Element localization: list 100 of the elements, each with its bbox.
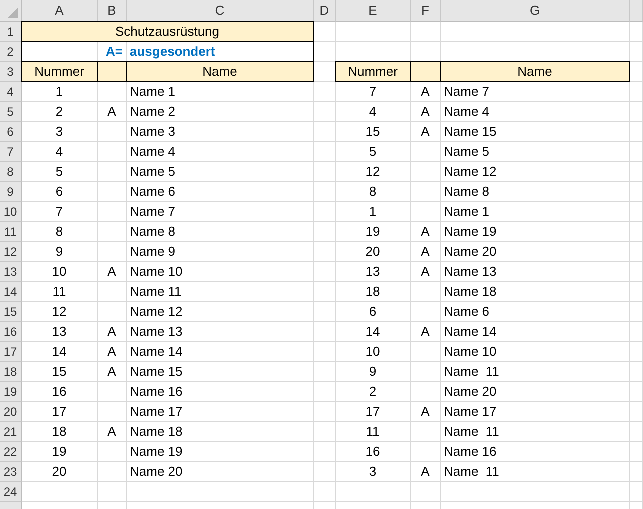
row-header[interactable]: 23 (0, 462, 22, 482)
number-cell: 6 (22, 182, 98, 202)
number-cell: 16 (22, 382, 98, 402)
flag-cell: A (98, 102, 127, 122)
name-cell: Name 8 (441, 182, 630, 202)
row-header[interactable]: 9 (0, 182, 22, 202)
column-header[interactable]: A (22, 0, 98, 22)
column-header[interactable]: F (411, 0, 441, 22)
number-cell: 20 (22, 462, 98, 482)
name-cell: Name 19 (127, 442, 314, 462)
row-header[interactable]: 12 (0, 242, 22, 262)
name-cell: Name 18 (441, 282, 630, 302)
row-header[interactable]: 4 (0, 82, 22, 102)
number-cell: 12 (22, 302, 98, 322)
row-header[interactable]: 19 (0, 382, 22, 402)
row-header[interactable]: 16 (0, 322, 22, 342)
legend-label: ausgesondert (127, 42, 314, 62)
column-heading: Nummer (21, 61, 98, 82)
number-cell: 14 (336, 322, 411, 342)
name-cell: Name 20 (441, 242, 630, 262)
flag-cell: A (411, 122, 441, 142)
number-cell: 11 (22, 282, 98, 302)
row-header[interactable]: 8 (0, 162, 22, 182)
number-cell: 17 (336, 402, 411, 422)
number-cell: 4 (336, 102, 411, 122)
name-cell: Name 11 (441, 362, 630, 382)
flag-cell: A (98, 342, 127, 362)
name-cell: Name 20 (127, 462, 314, 482)
number-cell: 15 (336, 122, 411, 142)
row-header[interactable]: 2 (0, 42, 22, 62)
row-header[interactable]: 15 (0, 302, 22, 322)
sheet-title: Schutzausrüstung (21, 21, 314, 42)
row-header[interactable]: 11 (0, 222, 22, 242)
row-header[interactable]: 20 (0, 402, 22, 422)
name-cell: Name 7 (127, 202, 314, 222)
row-header[interactable]: 10 (0, 202, 22, 222)
name-cell: Name 16 (127, 382, 314, 402)
name-cell: Name 3 (127, 122, 314, 142)
column-header[interactable]: B (98, 0, 127, 22)
number-cell: 5 (336, 142, 411, 162)
number-cell: 4 (22, 142, 98, 162)
column-header[interactable]: E (336, 0, 411, 22)
name-cell: Name 18 (127, 422, 314, 442)
row-header[interactable]: 1 (0, 22, 22, 42)
name-cell: Name 4 (441, 102, 630, 122)
name-cell: Name 12 (127, 302, 314, 322)
row-header[interactable]: 14 (0, 282, 22, 302)
flag-cell: A (411, 82, 441, 102)
number-cell: 9 (336, 362, 411, 382)
name-cell: Name 5 (441, 142, 630, 162)
column-header[interactable]: C (127, 0, 314, 22)
name-cell: Name 13 (441, 262, 630, 282)
name-cell: Name 4 (127, 142, 314, 162)
number-cell: 18 (22, 422, 98, 442)
column-heading: Name (126, 61, 314, 82)
number-cell: 11 (336, 422, 411, 442)
flag-cell: A (98, 322, 127, 342)
row-header[interactable]: 5 (0, 102, 22, 122)
row-header[interactable]: 17 (0, 342, 22, 362)
number-cell: 19 (336, 222, 411, 242)
number-cell: 15 (22, 362, 98, 382)
name-cell: Name 15 (441, 122, 630, 142)
select-all-icon[interactable] (8, 8, 18, 18)
number-cell: 20 (336, 242, 411, 262)
number-cell: 13 (22, 322, 98, 342)
corner-cell[interactable] (0, 0, 22, 22)
number-cell: 10 (22, 262, 98, 282)
number-cell: 19 (22, 442, 98, 462)
row-header[interactable]: 7 (0, 142, 22, 162)
number-cell: 7 (336, 82, 411, 102)
flag-cell: A (411, 102, 441, 122)
name-cell: Name 19 (441, 222, 630, 242)
number-cell: 10 (336, 342, 411, 362)
number-cell: 3 (22, 122, 98, 142)
name-cell: Name 7 (441, 82, 630, 102)
header-cell (97, 61, 127, 82)
name-cell: Name 17 (127, 402, 314, 422)
number-cell: 3 (336, 462, 411, 482)
number-cell: 5 (22, 162, 98, 182)
flag-cell: A (411, 402, 441, 422)
name-cell: Name 15 (127, 362, 314, 382)
row-header[interactable]: 13 (0, 262, 22, 282)
column-heading: Name (440, 61, 630, 82)
name-cell: Name 10 (441, 342, 630, 362)
column-header[interactable]: D (314, 0, 336, 22)
row-header[interactable]: 3 (0, 62, 22, 82)
number-cell: 17 (22, 402, 98, 422)
number-cell: 13 (336, 262, 411, 282)
row-header[interactable]: 21 (0, 422, 22, 442)
row-header[interactable]: 18 (0, 362, 22, 382)
flag-cell: A (98, 422, 127, 442)
number-cell: 8 (336, 182, 411, 202)
row-header[interactable]: 6 (0, 122, 22, 142)
flag-cell: A (98, 362, 127, 382)
number-cell: 16 (336, 442, 411, 462)
number-cell: 12 (336, 162, 411, 182)
row-header[interactable]: 24 (0, 482, 22, 502)
column-header[interactable] (630, 0, 643, 22)
column-header[interactable]: G (441, 0, 630, 22)
row-header[interactable]: 22 (0, 442, 22, 462)
